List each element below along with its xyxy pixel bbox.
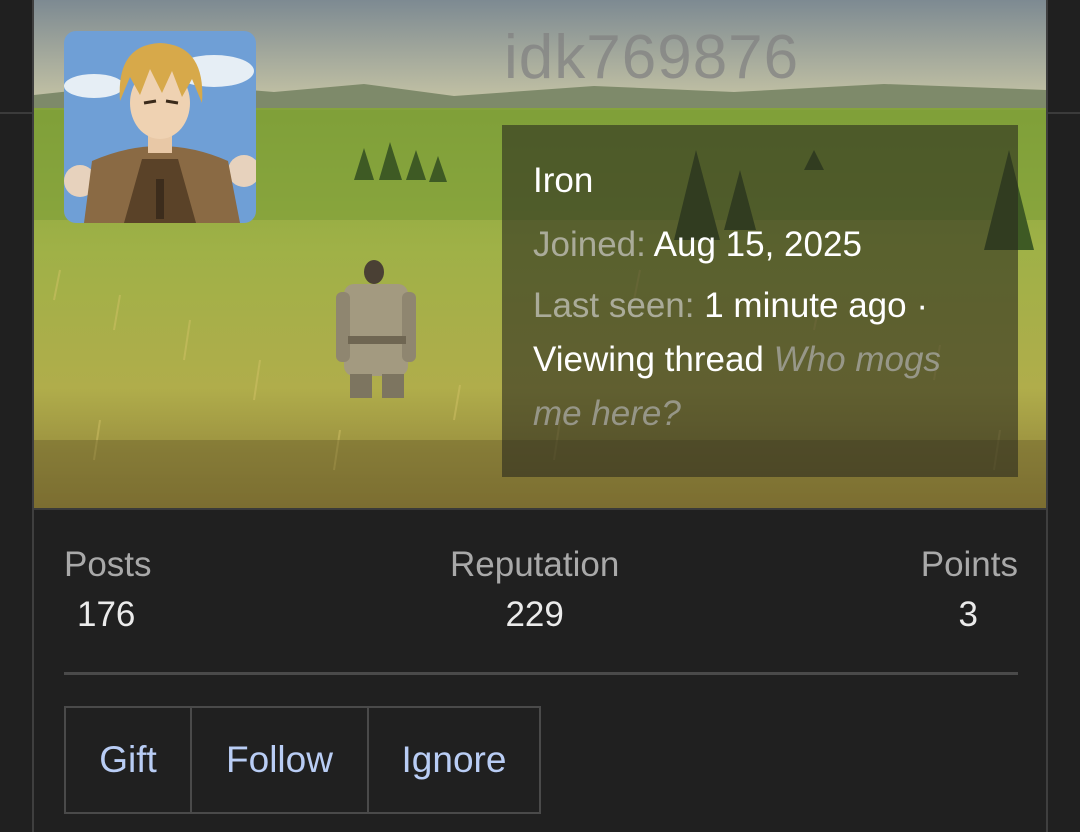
user-rank: Iron	[533, 161, 988, 201]
stat-reputation[interactable]: Reputation 229	[450, 544, 619, 640]
reputation-label: Reputation	[450, 544, 619, 586]
activity-prefix: Viewing thread	[533, 340, 764, 379]
profile-banner: idk769876 Iron Joined: Aug 15, 2025 Last…	[34, 0, 1046, 510]
joined-label: Joined:	[533, 225, 646, 264]
profile-info-box: Iron Joined: Aug 15, 2025 Last seen: 1 m…	[502, 125, 1018, 477]
points-label: Points	[921, 544, 1018, 586]
last-seen-label: Last seen:	[533, 286, 695, 325]
last-seen-value: 1 minute ago ·	[704, 286, 928, 325]
joined-date: Aug 15, 2025	[654, 225, 862, 264]
profile-card: idk769876 Iron Joined: Aug 15, 2025 Last…	[32, 0, 1048, 832]
avatar[interactable]	[64, 31, 256, 223]
profile-username: idk769876	[504, 22, 799, 93]
profile-actions: Gift Follow Ignore	[64, 706, 541, 814]
profile-stats: Posts 176 Reputation 229 Points 3	[64, 544, 1018, 644]
reputation-value: 229	[450, 590, 619, 640]
anime-character-avatar	[64, 31, 256, 223]
points-value: 3	[921, 590, 1018, 640]
posts-value: 176	[64, 590, 152, 640]
stat-points[interactable]: Points 3	[921, 544, 1018, 640]
stat-posts[interactable]: Posts 176	[64, 544, 152, 640]
ignore-button[interactable]: Ignore	[367, 708, 539, 812]
posts-label: Posts	[64, 544, 152, 586]
joined-row: Joined: Aug 15, 2025	[533, 225, 988, 265]
last-seen-row: Last seen: 1 minute ago · Viewing thread…	[533, 279, 988, 441]
gift-button[interactable]: Gift	[66, 708, 190, 812]
follow-button[interactable]: Follow	[190, 708, 367, 812]
stats-divider	[64, 672, 1018, 675]
